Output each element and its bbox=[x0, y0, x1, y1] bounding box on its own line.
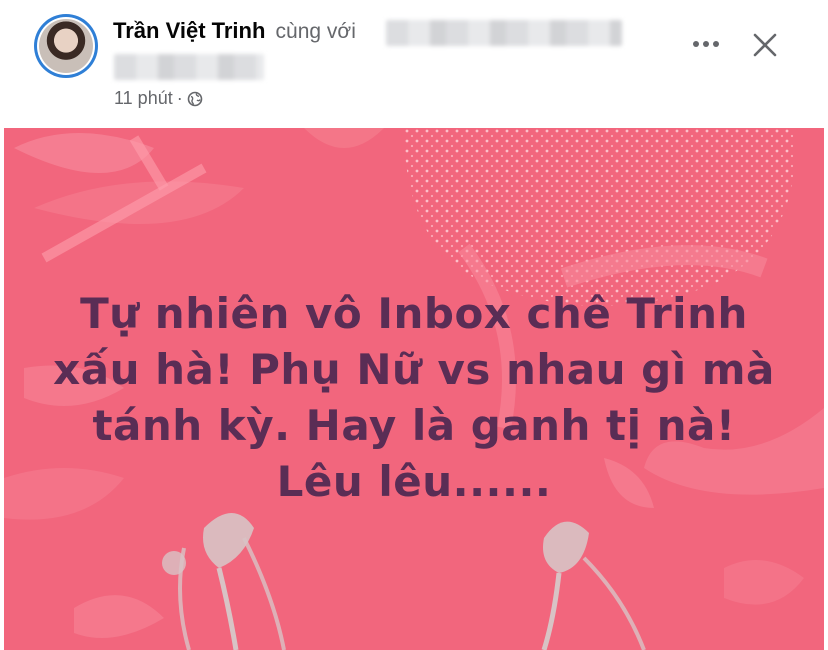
more-options-button[interactable] bbox=[688, 26, 724, 62]
meta-separator: · bbox=[176, 88, 183, 108]
avatar-image bbox=[39, 19, 93, 73]
post-text-line: tánh kỳ. Hay là ganh tị nà! bbox=[92, 401, 736, 450]
avatar-border bbox=[37, 17, 95, 75]
facebook-post: Trần Việt Trinh cùng với 11 phút · Tự nh… bbox=[0, 0, 828, 650]
close-icon bbox=[753, 33, 777, 57]
avatar[interactable] bbox=[34, 14, 98, 78]
post-text-line: Tự nhiên vô Inbox chê Trinh bbox=[80, 289, 748, 338]
close-button[interactable] bbox=[746, 26, 784, 64]
post-meta: 11 phút · bbox=[114, 88, 203, 109]
post-timestamp[interactable]: 11 phút bbox=[114, 88, 173, 109]
blurred-tagged-names-continued bbox=[114, 54, 264, 80]
post-text-line: Lêu lêu...... bbox=[276, 457, 552, 506]
globe-icon[interactable] bbox=[187, 91, 203, 107]
author-line: Trần Việt Trinh cùng với bbox=[113, 18, 356, 44]
author-name[interactable]: Trần Việt Trinh bbox=[113, 18, 265, 43]
post-text: Tự nhiên vô Inbox chê Trinh xấu hà! Phụ … bbox=[4, 286, 824, 510]
more-options-icon bbox=[693, 41, 719, 47]
post-header: Trần Việt Trinh cùng với 11 phút · bbox=[0, 0, 828, 128]
post-text-line: xấu hà! Phụ Nữ vs nhau gì mà bbox=[53, 345, 775, 394]
tagged-with-text: cùng với bbox=[275, 20, 356, 43]
post-background-canvas: Tự nhiên vô Inbox chê Trinh xấu hà! Phụ … bbox=[4, 128, 824, 650]
blurred-tagged-names bbox=[386, 20, 622, 46]
